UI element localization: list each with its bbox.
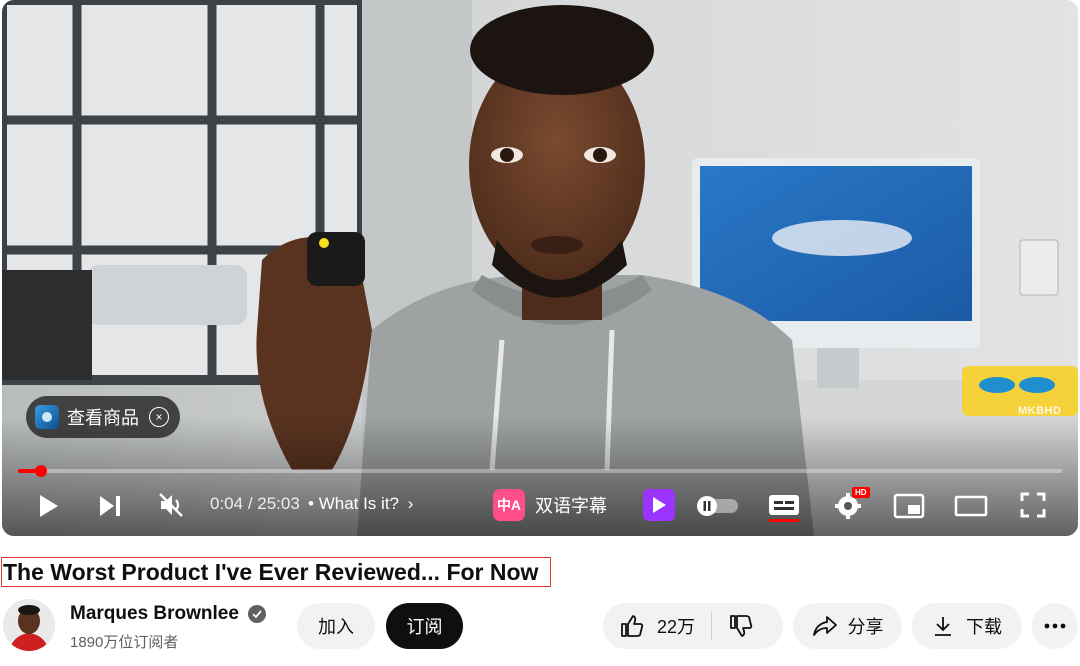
- like-icon: [621, 615, 644, 637]
- video-player[interactable]: 查看商品 × MKBHD 0:04 / 25:03 • What Is it? …: [2, 0, 1078, 536]
- view-product-label: 查看商品: [67, 408, 139, 428]
- bilingual-subtitle-button[interactable]: 中A 双语字幕: [493, 488, 607, 522]
- pause-toggle-icon: [697, 496, 738, 516]
- like-count: 22万: [657, 617, 696, 637]
- bilingual-subtitle-icon: 中A: [493, 489, 525, 521]
- chevron-right-icon: ›: [407, 494, 414, 513]
- next-icon: [100, 496, 120, 516]
- theater-mode-icon: [954, 495, 988, 517]
- view-product-button[interactable]: 查看商品 ×: [26, 396, 180, 438]
- share-label: 分享: [847, 617, 884, 637]
- current-time: 0:04: [210, 494, 244, 513]
- download-label: 下载: [966, 617, 1002, 637]
- miniplayer-button[interactable]: [891, 490, 927, 522]
- video-title: The Worst Product I've Ever Reviewed... …: [1, 557, 552, 587]
- mute-icon: [159, 493, 183, 517]
- miniplayer-icon: [893, 493, 925, 519]
- subscribe-button[interactable]: 订阅: [386, 603, 463, 649]
- more-button[interactable]: [1032, 603, 1078, 649]
- like-divider: [711, 612, 713, 640]
- bilingual-subtitle-label: 双语字幕: [535, 496, 607, 516]
- autoplay-toggle-icon: [653, 497, 666, 513]
- like-dislike-group: 22万: [603, 603, 783, 649]
- fullscreen-button[interactable]: [1016, 488, 1050, 522]
- autoplay-toggle[interactable]: [696, 495, 740, 517]
- progress-bar[interactable]: [18, 465, 1062, 477]
- time-separator: /: [243, 494, 258, 513]
- settings-button[interactable]: HD: [830, 487, 870, 522]
- avatar[interactable]: [3, 599, 55, 651]
- dislike-icon: [730, 615, 753, 637]
- fullscreen-icon: [1020, 492, 1046, 518]
- download-button[interactable]: 下载: [912, 603, 1022, 649]
- chapter-bullet: •: [308, 494, 314, 513]
- total-time: 25:03: [257, 494, 300, 513]
- share-icon: [812, 616, 837, 636]
- subscribe-label: 订阅: [406, 617, 443, 637]
- chapter-title: What Is it?: [318, 494, 399, 513]
- join-label: 加入: [318, 617, 354, 637]
- join-button[interactable]: 加入: [297, 603, 375, 649]
- dislike-button[interactable]: [728, 613, 754, 639]
- chapter-button[interactable]: • What Is it? ›: [308, 494, 413, 514]
- play-button[interactable]: [32, 490, 64, 522]
- mute-button[interactable]: [154, 488, 188, 522]
- download-icon: [935, 617, 951, 636]
- hd-badge: HD: [852, 487, 870, 498]
- play-icon: [40, 495, 58, 517]
- share-button[interactable]: 分享: [793, 603, 902, 649]
- close-icon[interactable]: ×: [149, 407, 169, 427]
- next-button[interactable]: [94, 490, 126, 522]
- subscriber-count: 1890万位订阅者: [70, 634, 179, 651]
- captions-button[interactable]: [766, 490, 802, 524]
- progress-scrubber[interactable]: [34, 465, 47, 477]
- product-thumbnail: [35, 405, 59, 429]
- autoplay-button[interactable]: [643, 489, 675, 521]
- more-icon: [1044, 623, 1066, 629]
- verified-icon: [248, 605, 266, 623]
- like-button[interactable]: 22万: [619, 613, 695, 639]
- channel-watermark: MKBHD: [1018, 405, 1062, 417]
- time-display: 0:04 / 25:03: [210, 494, 300, 514]
- captions-icon: [769, 495, 799, 522]
- theater-mode-button[interactable]: [952, 490, 990, 522]
- channel-name[interactable]: Marques Brownlee: [70, 603, 239, 625]
